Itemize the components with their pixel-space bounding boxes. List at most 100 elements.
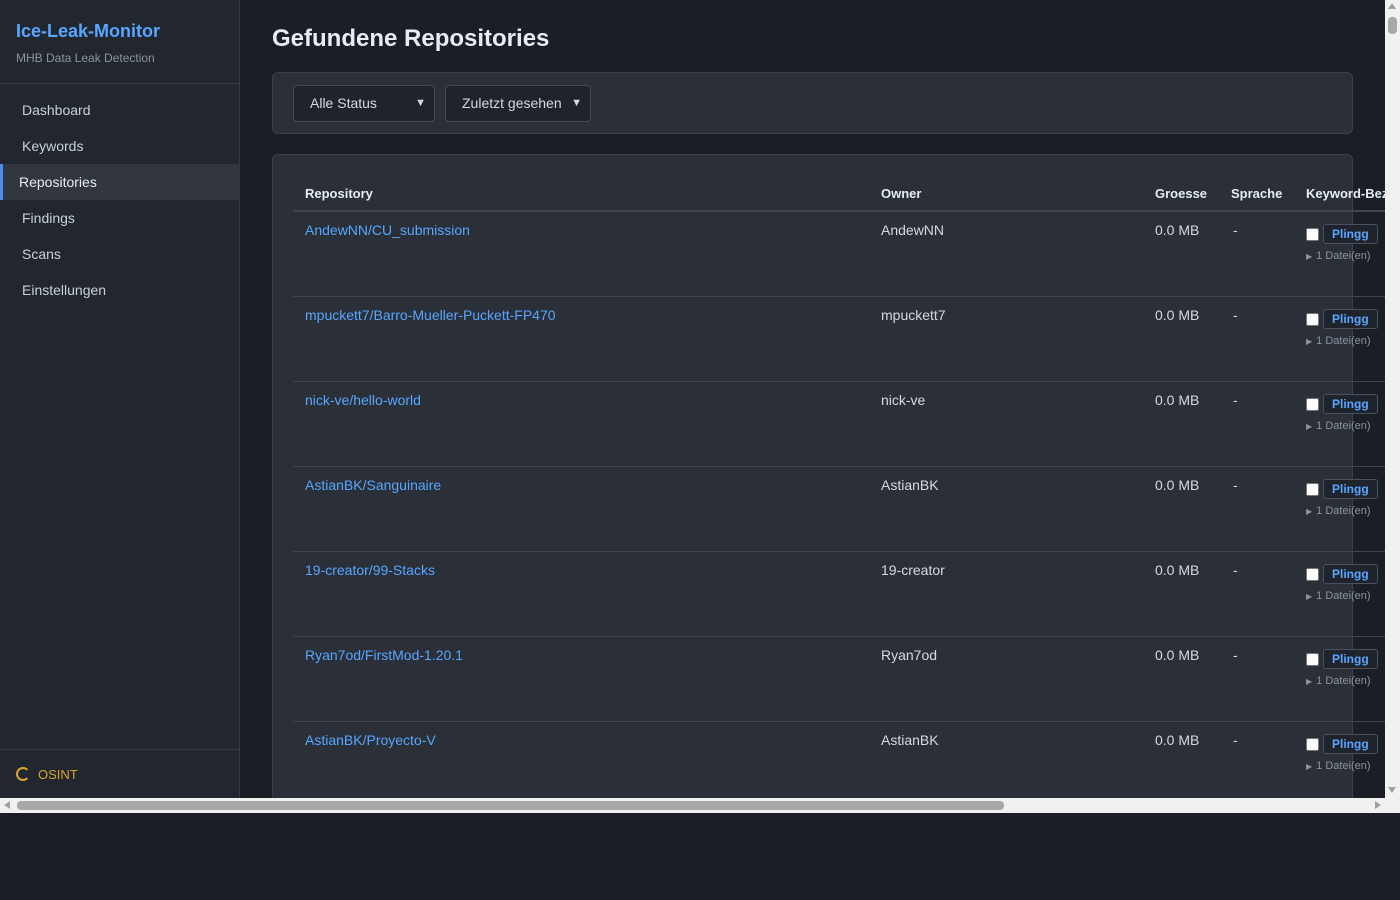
expand-triangle-icon: ▶: [1306, 592, 1313, 601]
vertical-scroll-thumb[interactable]: [1388, 17, 1397, 34]
files-toggle[interactable]: ▶ 1 Datei(en): [1306, 250, 1378, 262]
files-toggle[interactable]: ▶ 1 Datei(en): [1306, 590, 1378, 602]
scroll-up-icon[interactable]: [1388, 3, 1396, 9]
column-header-language[interactable]: Sprache: [1231, 186, 1282, 201]
sort-select[interactable]: Zuletzt gesehen ▼: [445, 85, 591, 122]
scroll-down-icon[interactable]: [1388, 787, 1396, 793]
repository-link[interactable]: mpuckett7/Barro-Mueller-Puckett-FP470: [305, 307, 556, 323]
row-checkbox[interactable]: [1306, 227, 1319, 241]
files-count: 1 Datei(en): [1316, 675, 1371, 687]
column-header-size[interactable]: Groesse: [1155, 186, 1207, 201]
repository-link[interactable]: AndewNN/CU_submission: [305, 222, 470, 238]
language-cell: -: [1233, 647, 1238, 663]
row-checkbox[interactable]: [1306, 652, 1319, 666]
size-cell: 0.0 MB: [1155, 647, 1200, 663]
files-count: 1 Datei(en): [1316, 760, 1371, 772]
chevron-down-icon: ▼: [415, 97, 426, 109]
scroll-left-icon[interactable]: [4, 801, 10, 809]
app-viewport: Ice-Leak-Monitor MHB Data Leak Detection…: [0, 0, 1385, 798]
keyword-cell: Plingg ▶ 1 Datei(en): [1306, 479, 1378, 517]
files-toggle[interactable]: ▶ 1 Datei(en): [1306, 760, 1378, 772]
language-cell: -: [1233, 732, 1238, 748]
osint-status: OSINT: [0, 749, 239, 798]
spinner-icon: [16, 767, 30, 781]
sidebar-item-dashboard[interactable]: Dashboard: [0, 92, 239, 128]
status-filter-select[interactable]: Alle Status ▼: [293, 85, 435, 122]
keyword-tag[interactable]: Plingg: [1323, 309, 1378, 329]
expand-triangle-icon: ▶: [1306, 677, 1313, 686]
expand-triangle-icon: ▶: [1306, 507, 1313, 516]
files-toggle[interactable]: ▶ 1 Datei(en): [1306, 505, 1378, 517]
keyword-tag[interactable]: Plingg: [1323, 649, 1378, 669]
keyword-tag[interactable]: Plingg: [1323, 394, 1378, 414]
keyword-line: Plingg: [1306, 734, 1378, 754]
horizontal-scrollbar[interactable]: [0, 798, 1400, 813]
repository-link[interactable]: 19-creator/99-Stacks: [305, 562, 435, 578]
keyword-line: Plingg: [1306, 394, 1378, 414]
files-toggle[interactable]: ▶ 1 Datei(en): [1306, 335, 1378, 347]
keyword-cell: Plingg ▶ 1 Datei(en): [1306, 309, 1378, 347]
keyword-tag[interactable]: Plingg: [1323, 564, 1378, 584]
files-count: 1 Datei(en): [1316, 335, 1371, 347]
language-cell: -: [1233, 477, 1238, 493]
language-cell: -: [1233, 392, 1238, 408]
keyword-cell: Plingg ▶ 1 Datei(en): [1306, 394, 1378, 432]
table-row: AstianBK/Sanguinaire AstianBK 0.0 MB - Pling…: [293, 467, 1385, 552]
sidebar-item-findings[interactable]: Findings: [0, 200, 239, 236]
repository-link[interactable]: Ryan7od/FirstMod-1.20.1: [305, 647, 463, 663]
files-count: 1 Datei(en): [1316, 420, 1371, 432]
expand-triangle-icon: ▶: [1306, 337, 1313, 346]
table-row: AstianBK/Proyecto-V AstianBK 0.0 MB - Plingg…: [293, 722, 1385, 798]
language-cell: -: [1233, 307, 1238, 323]
keyword-tag[interactable]: Plingg: [1323, 479, 1378, 499]
expand-triangle-icon: ▶: [1306, 762, 1313, 771]
owner-cell: nick-ve: [881, 392, 926, 408]
sidebar-item-keywords[interactable]: Keywords: [0, 128, 239, 164]
keyword-line: Plingg: [1306, 309, 1378, 329]
repository-link[interactable]: nick-ve/hello-world: [305, 392, 421, 408]
files-count: 1 Datei(en): [1316, 590, 1371, 602]
keyword-tag[interactable]: Plingg: [1323, 224, 1378, 244]
column-header-owner[interactable]: Owner: [881, 186, 921, 201]
table-header: Repository Owner Groesse Sprache Keyword…: [293, 175, 1385, 212]
keyword-cell: Plingg ▶ 1 Datei(en): [1306, 649, 1378, 687]
owner-cell: 19-creator: [881, 562, 945, 578]
vertical-scrollbar[interactable]: [1385, 0, 1400, 798]
size-cell: 0.0 MB: [1155, 477, 1200, 493]
expand-triangle-icon: ▶: [1306, 252, 1313, 261]
language-cell: -: [1233, 222, 1238, 238]
main-content: Gefundene Repositories Alle Status ▼ Zul…: [240, 0, 1385, 798]
app-title: Ice-Leak-Monitor: [16, 21, 161, 41]
repository-link[interactable]: AstianBK/Sanguinaire: [305, 477, 441, 493]
files-toggle[interactable]: ▶ 1 Datei(en): [1306, 420, 1378, 432]
horizontal-scroll-thumb[interactable]: [17, 801, 1004, 810]
keyword-cell: Plingg ▶ 1 Datei(en): [1306, 224, 1378, 262]
row-checkbox[interactable]: [1306, 312, 1319, 326]
sidebar-item-einstellungen[interactable]: Einstellungen: [0, 272, 239, 308]
app-subtitle: MHB Data Leak Detection: [16, 51, 155, 65]
status-filter-value: Alle Status: [310, 95, 377, 111]
column-header-keyword[interactable]: Keyword-Bez: [1306, 186, 1385, 201]
keyword-line: Plingg: [1306, 564, 1378, 584]
table-row: AndewNN/CU_submission AndewNN 0.0 MB - Pling…: [293, 212, 1385, 297]
size-cell: 0.0 MB: [1155, 222, 1200, 238]
language-cell: -: [1233, 562, 1238, 578]
scroll-right-icon[interactable]: [1375, 801, 1381, 809]
column-header-repository[interactable]: Repository: [305, 186, 373, 201]
expand-triangle-icon: ▶: [1306, 422, 1313, 431]
repository-link[interactable]: AstianBK/Proyecto-V: [305, 732, 436, 748]
keyword-tag[interactable]: Plingg: [1323, 734, 1378, 754]
keyword-cell: Plingg ▶ 1 Datei(en): [1306, 734, 1378, 772]
row-checkbox[interactable]: [1306, 397, 1319, 411]
sidebar-item-scans[interactable]: Scans: [0, 236, 239, 272]
owner-cell: Ryan7od: [881, 647, 938, 663]
filter-bar: Alle Status ▼ Zuletzt gesehen ▼: [272, 72, 1353, 134]
files-toggle[interactable]: ▶ 1 Datei(en): [1306, 675, 1378, 687]
table-body: AndewNN/CU_submission AndewNN 0.0 MB - Pling…: [293, 212, 1385, 798]
row-checkbox[interactable]: [1306, 737, 1319, 751]
keyword-line: Plingg: [1306, 479, 1378, 499]
row-checkbox[interactable]: [1306, 482, 1319, 496]
sidebar-item-repositories[interactable]: Repositories: [0, 164, 239, 200]
table-row: 19-creator/99-Stacks 19-creator 0.0 MB - Pli…: [293, 552, 1385, 637]
row-checkbox[interactable]: [1306, 567, 1319, 581]
